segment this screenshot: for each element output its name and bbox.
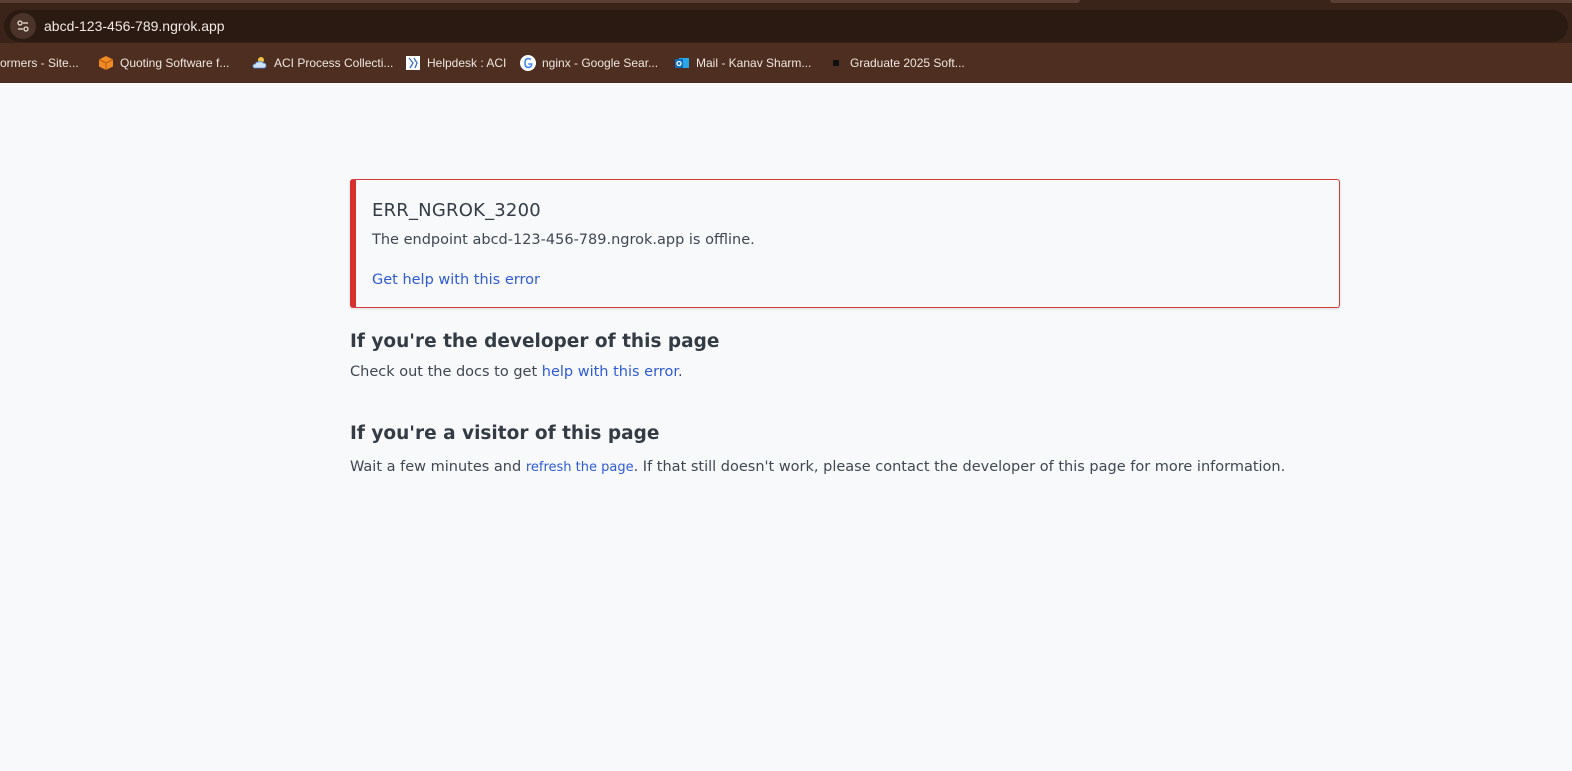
refresh-page-link[interactable]: refresh the page <box>526 460 634 475</box>
address-bar[interactable]: abcd-123-456-789.ngrok.app <box>4 10 1568 42</box>
google-icon <box>520 55 536 71</box>
docs-help-link[interactable]: help with this error <box>542 364 678 380</box>
tab-strip <box>0 0 1572 8</box>
bookmark-label: Quoting Software f... <box>120 56 230 70</box>
bookmark-item[interactable]: Helpdesk : ACI <box>405 43 506 83</box>
developer-heading: If you're the developer of this page <box>350 331 720 352</box>
bookmark-label: Graduate 2025 Soft... <box>850 56 965 70</box>
cloud-icon <box>252 55 268 71</box>
bookmark-item[interactable]: Mail - Kanav Sharm... <box>674 43 811 83</box>
visitor-heading: If you're a visitor of this page <box>350 423 660 444</box>
outlook-icon <box>674 55 690 71</box>
url-text[interactable]: abcd-123-456-789.ngrok.app <box>44 18 225 34</box>
bookmark-label: ormers - Site... <box>0 56 79 70</box>
box-icon <box>98 55 114 71</box>
error-code: ERR_NGROK_3200 <box>372 200 541 221</box>
bookmark-label: Mail - Kanav Sharm... <box>696 56 812 70</box>
square-icon <box>828 55 844 71</box>
bookmark-item[interactable]: ACI Process Collecti... <box>252 43 393 83</box>
browser-toolbar: abcd-123-456-789.ngrok.app <box>0 8 1572 43</box>
tab[interactable] <box>0 0 1080 3</box>
helpdesk-icon <box>405 55 421 71</box>
error-box: ERR_NGROK_3200 The endpoint abcd-123-456… <box>350 179 1340 308</box>
bookmark-label: Helpdesk : ACI <box>427 56 507 70</box>
bookmark-item[interactable]: Graduate 2025 Soft... <box>828 43 965 83</box>
visitor-paragraph: Wait a few minutes and refresh the page.… <box>350 459 1285 475</box>
tab[interactable] <box>1330 0 1572 3</box>
error-message: The endpoint abcd-123-456-789.ngrok.app … <box>372 232 755 248</box>
site-info-icon[interactable] <box>10 13 36 39</box>
bookmark-label: ACI Process Collecti... <box>274 56 394 70</box>
bookmark-label: nginx - Google Sear... <box>542 56 659 70</box>
visitor-text: Wait a few minutes and <box>350 459 526 475</box>
get-help-link[interactable]: Get help with this error <box>372 272 540 288</box>
bookmark-item[interactable]: nginx - Google Sear... <box>520 43 658 83</box>
bookmarks-bar: ormers - Site... Quoting Software f... A… <box>0 43 1572 83</box>
visitor-text-end: . If that still doesn't work, please con… <box>633 459 1286 475</box>
developer-paragraph: Check out the docs to get help with this… <box>350 364 683 380</box>
developer-text-end: . <box>677 364 683 380</box>
developer-text: Check out the docs to get <box>350 364 542 380</box>
bookmark-item[interactable]: Quoting Software f... <box>98 43 229 83</box>
bookmark-item[interactable]: ormers - Site... <box>0 43 79 83</box>
